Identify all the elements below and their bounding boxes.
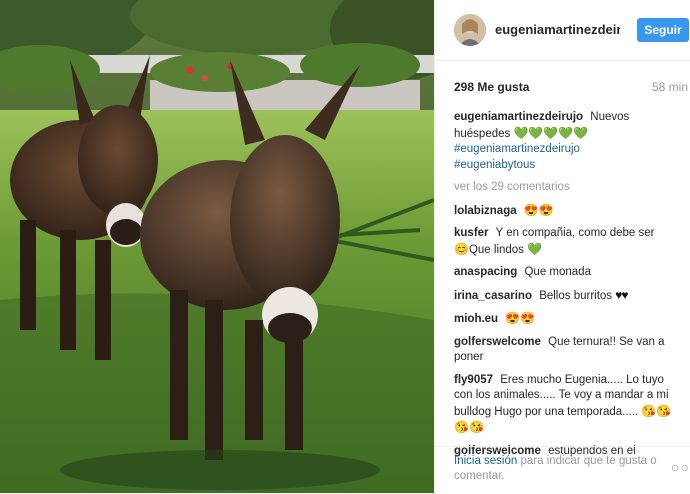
post-photo[interactable]: [0, 0, 434, 493]
instagram-post-embed: eugeniamartinezdeir... Seguir 298 Me gus…: [0, 0, 690, 493]
comment-item: kusfer Y en compañia, como debe ser 😊Que…: [454, 226, 672, 258]
login-prompt: Inicia sesión para indicar que te gusta …: [454, 454, 664, 484]
comment-text: Y en compañia, como debe ser: [495, 227, 655, 239]
post-time[interactable]: 58 min: [652, 80, 688, 94]
heart-eyes-icon: 😍😍: [505, 311, 536, 325]
post-username[interactable]: eugeniamartinezdeir...: [495, 22, 620, 37]
caption-user[interactable]: eugeniamartinezdeirujo: [454, 111, 583, 123]
comment-item: irina_casarino Bellos burritos ♥♥: [454, 288, 672, 305]
view-comments-link[interactable]: ver los 29 comentarios: [454, 180, 672, 196]
comment-user[interactable]: lolabiznaga: [454, 205, 517, 217]
hashtag-link[interactable]: #eugeniamartinezdeirujo: [454, 142, 672, 158]
comment-user[interactable]: mioh.eu: [454, 313, 498, 325]
post-header: eugeniamartinezdeir... Seguir: [435, 0, 690, 61]
avatar-image: [454, 14, 486, 46]
comment-user[interactable]: golferswelcome: [454, 336, 541, 348]
follow-button[interactable]: Seguir: [637, 18, 689, 42]
avatar[interactable]: [454, 14, 486, 46]
smile-icon: 😊: [454, 241, 469, 256]
post-footer: Inicia sesión para indicar que te gusta …: [435, 446, 690, 494]
comment-user[interactable]: kusfer: [454, 227, 489, 239]
comment-user[interactable]: anaspacing: [454, 266, 517, 278]
green-heart-icon: 💚💚💚💚💚: [513, 125, 589, 140]
comment-item: golferswelcome Que ternura!! Se van a po…: [454, 335, 672, 366]
hashtag-link[interactable]: #eugeniabytous: [454, 158, 672, 174]
comment-text: Que monada: [524, 266, 591, 278]
comment-item: lolabiznaga 😍😍: [454, 203, 672, 220]
donkeys-photo: [0, 0, 434, 493]
caption: eugeniamartinezdeirujo Nuevos huéspedes …: [454, 110, 672, 173]
comment-item: mioh.eu 😍😍: [454, 311, 672, 328]
post-sidebar: eugeniamartinezdeir... Seguir 298 Me gus…: [434, 0, 690, 493]
comment-text: Que lindos: [468, 243, 524, 256]
heart-eyes-icon: 😍😍: [523, 202, 554, 217]
comment-item: fly9057 Eres mucho Eugenia..... Lo tuyo …: [454, 373, 672, 437]
comment-item: anaspacing Que monada: [454, 265, 672, 281]
likes-count[interactable]: 298 Me gusta: [454, 80, 529, 94]
login-link[interactable]: Inicia sesión: [454, 455, 517, 467]
comment-user[interactable]: irina_casarino: [454, 290, 532, 302]
green-heart-icon: 💚: [527, 241, 543, 256]
comments-list: eugeniamartinezdeirujo Nuevos huéspedes …: [454, 110, 672, 466]
ellipsis-icon[interactable]: ○○○: [671, 459, 690, 475]
comment-user[interactable]: fly9057: [454, 374, 493, 386]
black-heart-icon: ♥♥: [615, 287, 628, 302]
comment-text: Bellos burritos: [539, 289, 613, 302]
